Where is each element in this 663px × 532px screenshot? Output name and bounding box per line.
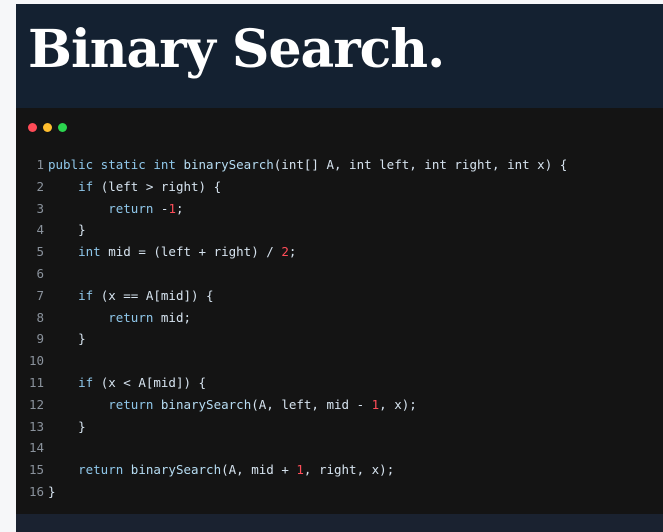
maximize-dot-icon [58, 123, 67, 132]
line-number: 11 [28, 374, 44, 390]
line-number: 6 [36, 265, 44, 281]
keyword-token: if [78, 178, 94, 194]
code-block: 1 public static int binarySearch(int[] A,… [16, 154, 663, 503]
code-token: } [48, 418, 86, 434]
window-controls [28, 123, 67, 132]
function-token: binarySearch [160, 396, 252, 412]
code-text: return binarySearch(A, mid + 1, right, x… [48, 459, 394, 481]
close-dot-icon [28, 123, 37, 132]
code-text: } [48, 328, 86, 350]
code-token: (left > right) { [93, 178, 222, 194]
line-number: 8 [36, 309, 44, 325]
code-text: public static int binarySearch(int[] A, … [48, 154, 567, 176]
code-text: if (x < A[mid]) { [48, 372, 206, 394]
code-token: - [153, 200, 169, 216]
code-token: (int[] A, int left, int right, int x) { [273, 157, 568, 172]
line-number: 2 [36, 178, 44, 194]
code-editor-window: 1 public static int binarySearch(int[] A,… [16, 108, 663, 514]
code-line: 13 } [16, 416, 663, 438]
line-number: 5 [36, 244, 44, 260]
line-number: 10 [28, 353, 44, 369]
line-number: 15 [28, 462, 44, 478]
header: Binary Search. [16, 4, 663, 108]
function-token: binarySearch [130, 462, 222, 478]
minimize-dot-icon [43, 123, 52, 132]
code-text: } [48, 481, 56, 503]
function-token: binarySearch [183, 157, 274, 172]
line-number: 16 [28, 483, 44, 499]
code-token: ; [288, 244, 297, 260]
keyword-token: public static int [48, 157, 184, 172]
code-token: } [48, 331, 86, 347]
code-line: 8 return mid; [16, 307, 663, 329]
line-number: 9 [36, 331, 44, 347]
keyword-token: return [78, 462, 124, 478]
keyword-token: int [78, 244, 101, 260]
number-token: 2 [281, 244, 289, 260]
line-number: 3 [36, 200, 44, 216]
slide-frame: Binary Search. 1 public static int binary… [16, 4, 663, 532]
code-line: 10 [16, 350, 663, 372]
keyword-token: if [78, 374, 94, 390]
line-number: 12 [28, 396, 44, 412]
code-line: 6 [16, 263, 663, 285]
page-title: Binary Search. [28, 19, 445, 80]
code-token: , x); [379, 396, 417, 412]
line-number: 7 [36, 287, 44, 303]
keyword-token: if [78, 287, 94, 303]
code-token: (A, mid + [221, 462, 297, 478]
code-token: (x < A[mid]) { [93, 374, 207, 390]
code-text: } [48, 416, 86, 438]
code-token: , right, x); [303, 462, 395, 478]
line-number: 4 [36, 222, 44, 238]
code-line: 12 return binarySearch(A, left, mid - 1,… [16, 394, 663, 416]
code-text: if (x == A[mid]) { [48, 285, 214, 307]
code-line: 1 public static int binarySearch(int[] A,… [16, 154, 663, 176]
number-token: 1 [168, 200, 176, 216]
code-token: mid; [153, 309, 192, 325]
code-line: 16} [16, 481, 663, 503]
code-line: 7 if (x == A[mid]) { [16, 285, 663, 307]
line-number: 13 [28, 418, 44, 434]
code-text: return binarySearch(A, left, mid - 1, x)… [48, 394, 417, 416]
line-number: 14 [28, 440, 44, 456]
code-line: 15 return binarySearch(A, mid + 1, right… [16, 459, 663, 481]
code-text: if (left > right) { [48, 176, 221, 198]
footer-bar [16, 514, 663, 532]
code-line: 9 } [16, 328, 663, 350]
code-line: 2 if (left > right) { [16, 176, 663, 198]
code-line: 14 [16, 437, 663, 459]
code-line: 3 return -1; [16, 198, 663, 220]
keyword-token: return [108, 309, 154, 325]
keyword-token: return [108, 396, 154, 412]
code-token: mid = (left + right) / [100, 244, 282, 260]
code-text: int mid = (left + right) / 2; [48, 241, 296, 263]
code-token: (A, left, mid - [251, 396, 372, 412]
code-text: } [48, 219, 86, 241]
code-line: 11 if (x < A[mid]) { [16, 372, 663, 394]
line-number: 1 [36, 157, 44, 172]
number-token: 1 [296, 462, 304, 478]
code-line: 4 } [16, 219, 663, 241]
code-text: return -1; [48, 198, 184, 220]
keyword-token: return [108, 200, 154, 216]
code-token: } [48, 222, 86, 238]
code-line: 5 int mid = (left + right) / 2; [16, 241, 663, 263]
code-token: ; [175, 200, 184, 216]
code-text: return mid; [48, 307, 191, 329]
code-token: (x == A[mid]) { [93, 287, 214, 303]
code-token: } [48, 483, 56, 499]
